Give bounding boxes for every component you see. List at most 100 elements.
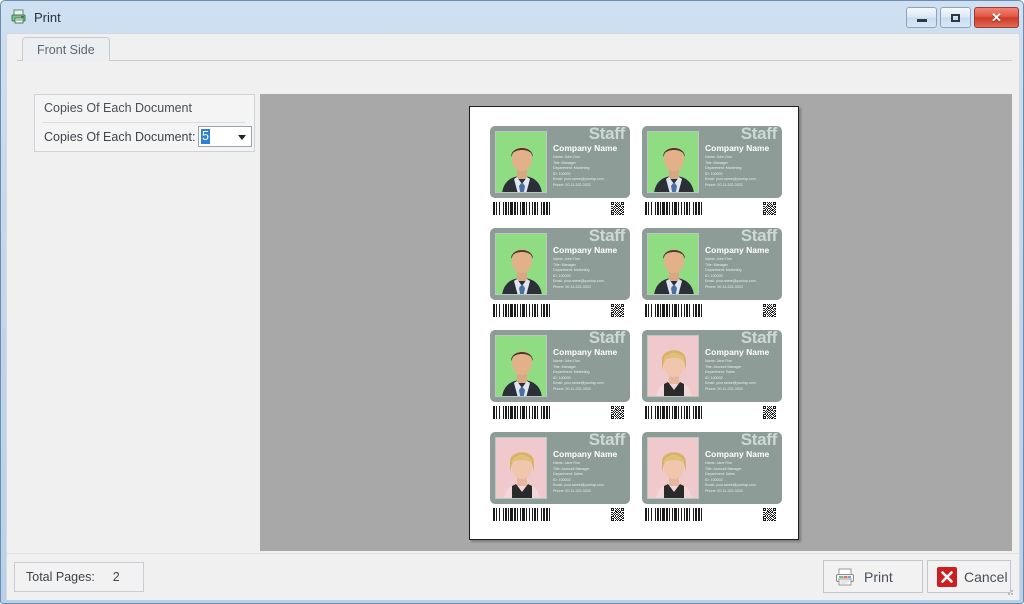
printer-icon bbox=[11, 9, 28, 25]
badge-detail-lines: Name: Jane RoeTitle: Account ManagerDepa… bbox=[553, 461, 627, 495]
total-pages-label: Total Pages: bbox=[26, 570, 95, 584]
badge-company-name: Company Name bbox=[553, 143, 617, 153]
close-button[interactable]: ✕ bbox=[974, 7, 1019, 28]
id-badge-card: StaffCompany NameName: John DoeTitle: Ma… bbox=[490, 126, 630, 198]
printer-icon bbox=[834, 566, 856, 588]
badge-detail-line: Phone: 00-11-222-3333 bbox=[553, 285, 627, 291]
tab-strip-underline bbox=[17, 60, 1012, 61]
copies-group-title: Copies Of Each Document bbox=[44, 101, 192, 115]
barcode-icon bbox=[644, 406, 718, 419]
window-title: Print bbox=[34, 10, 61, 25]
barcode-icon bbox=[492, 508, 566, 521]
tab-front-side[interactable]: Front Side bbox=[22, 37, 110, 61]
copies-combobox[interactable]: 5 bbox=[198, 126, 252, 147]
dialog-client-area: Front Side Copies Of Each Document Copie… bbox=[6, 33, 1020, 600]
badge-cell: StaffCompany Name Name: John DoeTitle: Ma… bbox=[642, 126, 782, 216]
dialog-footer: Total Pages: 2 Print bbox=[7, 553, 1019, 599]
badge-photo bbox=[647, 437, 699, 499]
badge-photo bbox=[495, 233, 547, 295]
badge-staff-label: Staff bbox=[741, 432, 777, 450]
tab-strip: Front Side bbox=[17, 37, 1012, 61]
tab-label: Front Side bbox=[37, 43, 95, 57]
badge-codes bbox=[642, 201, 782, 216]
print-dialog-window: Print ✕ Front Side Copies Of Each Docume… bbox=[0, 0, 1024, 604]
badge-cell: StaffCompany Name Name: John DoeTitle: Ma… bbox=[490, 330, 630, 420]
id-badge-card: StaffCompany Name Name: Jane RoeTitle: Ac… bbox=[490, 432, 630, 504]
badge-photo bbox=[495, 437, 547, 499]
badge-detail-lines: Name: John DoeTitle: ManagerDepartment: … bbox=[705, 155, 779, 189]
id-badge-card: StaffCompany Name Name: John DoeTitle: Ma… bbox=[490, 330, 630, 402]
badge-detail-lines: Name: John DoeTitle: ManagerDepartment: … bbox=[553, 257, 627, 291]
badge-photo bbox=[495, 335, 547, 397]
print-button[interactable]: Print bbox=[823, 560, 923, 593]
barcode-icon bbox=[644, 508, 718, 521]
badge-grid: StaffCompany NameName: John DoeTitle: Ma… bbox=[490, 126, 782, 522]
id-badge-card: StaffCompany NameName: Jane RoeTitle: Ac… bbox=[642, 330, 782, 402]
preview-page: StaffCompany NameName: John DoeTitle: Ma… bbox=[469, 106, 799, 540]
title-bar[interactable]: Print ✕ bbox=[1, 1, 1024, 33]
barcode-icon bbox=[644, 304, 718, 317]
badge-codes bbox=[490, 303, 630, 318]
cancel-button[interactable]: Cancel bbox=[927, 560, 1011, 593]
badge-staff-label: Staff bbox=[741, 126, 777, 144]
badge-cell: StaffCompany NameName: John DoeTitle: Ma… bbox=[490, 126, 630, 216]
window-controls: ✕ bbox=[906, 7, 1019, 28]
id-badge-card: StaffCompany NameName: John DoeTitle: Ma… bbox=[642, 228, 782, 300]
qr-code-icon bbox=[611, 202, 624, 215]
badge-detail-lines: Name: Jane RoeTitle: Account ManagerDepa… bbox=[705, 461, 779, 495]
resize-grip[interactable] bbox=[1003, 585, 1015, 597]
print-preview-pane[interactable]: StaffCompany NameName: John DoeTitle: Ma… bbox=[260, 94, 1012, 551]
badge-cell: StaffCompany NameName: John DoeTitle: Ma… bbox=[490, 228, 630, 318]
badge-staff-label: Staff bbox=[589, 432, 625, 450]
qr-code-icon bbox=[611, 406, 624, 419]
close-x-icon bbox=[936, 566, 958, 588]
badge-cell: StaffCompany NameName: John DoeTitle: Ma… bbox=[642, 228, 782, 318]
badge-company-name: Company Name bbox=[705, 143, 769, 153]
badge-detail-line: Phone: 00-11-222-3333 bbox=[705, 387, 779, 393]
qr-code-icon bbox=[763, 202, 776, 215]
copies-group-box: Copies Of Each Document Copies Of Each D… bbox=[34, 94, 255, 152]
badge-cell: StaffCompany Name Name: Jane RoeTitle: Ac… bbox=[642, 432, 782, 522]
badge-photo bbox=[647, 335, 699, 397]
badge-detail-line: Phone: 00-11-222-3333 bbox=[705, 489, 779, 495]
maximize-button[interactable] bbox=[940, 7, 971, 28]
barcode-icon bbox=[644, 202, 718, 215]
total-pages-panel: Total Pages: 2 bbox=[14, 562, 144, 592]
badge-staff-label: Staff bbox=[741, 228, 777, 246]
barcode-icon bbox=[492, 406, 566, 419]
close-icon: ✕ bbox=[991, 11, 1002, 24]
id-badge-card: StaffCompany Name Name: John DoeTitle: Ma… bbox=[642, 126, 782, 198]
print-label: Print bbox=[864, 569, 893, 585]
qr-code-icon bbox=[763, 508, 776, 521]
badge-staff-label: Staff bbox=[589, 330, 625, 348]
badge-company-name: Company Name bbox=[553, 449, 617, 459]
qr-code-icon bbox=[763, 304, 776, 317]
minimize-icon bbox=[917, 19, 927, 22]
qr-code-icon bbox=[611, 508, 624, 521]
badge-cell: StaffCompany Name Name: Jane RoeTitle: Ac… bbox=[490, 432, 630, 522]
badge-company-name: Company Name bbox=[553, 245, 617, 255]
badge-codes bbox=[490, 507, 630, 522]
badge-codes bbox=[490, 405, 630, 420]
chevron-down-icon[interactable] bbox=[238, 135, 246, 140]
total-pages-value: 2 bbox=[113, 570, 120, 584]
badge-detail-line: Phone: 00-11-222-3333 bbox=[553, 183, 627, 189]
qr-code-icon bbox=[611, 304, 624, 317]
badge-detail-line: Phone: 00-11-222-3333 bbox=[553, 489, 627, 495]
badge-company-name: Company Name bbox=[553, 347, 617, 357]
badge-company-name: Company Name bbox=[705, 245, 769, 255]
badge-detail-lines: Name: John DoeTitle: ManagerDepartment: … bbox=[553, 359, 627, 393]
cancel-label: Cancel bbox=[964, 569, 1008, 585]
badge-photo bbox=[495, 131, 547, 193]
badge-detail-lines: Name: Jane RoeTitle: Account ManagerDepa… bbox=[705, 359, 779, 393]
badge-photo bbox=[647, 131, 699, 193]
group-divider bbox=[43, 122, 245, 123]
copies-field-label: Copies Of Each Document: bbox=[44, 130, 195, 144]
badge-codes bbox=[642, 405, 782, 420]
minimize-button[interactable] bbox=[906, 7, 937, 28]
badge-detail-line: Phone: 00-11-222-3333 bbox=[553, 387, 627, 393]
maximize-icon bbox=[951, 14, 960, 22]
qr-code-icon bbox=[763, 406, 776, 419]
badge-company-name: Company Name bbox=[705, 449, 769, 459]
badge-codes bbox=[490, 201, 630, 216]
